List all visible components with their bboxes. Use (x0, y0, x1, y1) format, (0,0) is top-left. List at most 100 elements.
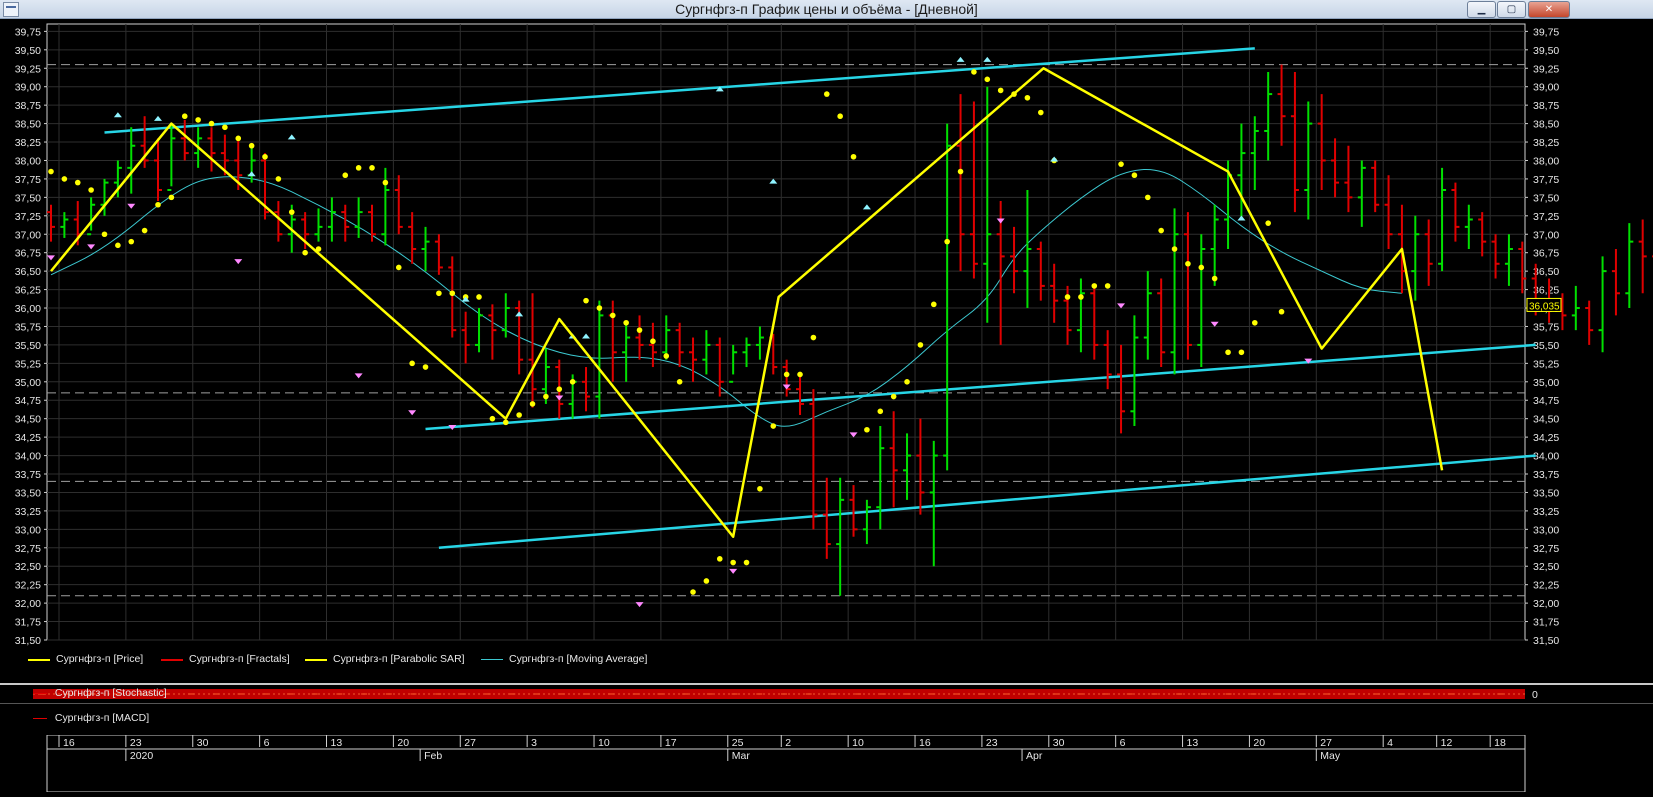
sar-dot (208, 120, 215, 127)
y-tick-label-left: 35,25 (15, 358, 41, 370)
sar-dot (248, 142, 255, 149)
y-tick-label-left: 35,50 (15, 340, 41, 352)
sar-dot (810, 334, 817, 341)
sar-dot (890, 393, 897, 400)
minimize-button[interactable]: ▁ (1467, 1, 1496, 18)
stochastic-chart[interactable]: 0 (0, 685, 1653, 703)
sar-dot (369, 165, 375, 171)
y-tick-label-right: 39,00 (1533, 82, 1559, 94)
x-day-label: 18 (1494, 737, 1506, 749)
sar-dot (355, 165, 362, 171)
sar-dot (128, 238, 135, 245)
y-tick-label-left: 36,75 (15, 248, 41, 260)
sar-dot (74, 179, 81, 186)
sar-dot (783, 371, 790, 378)
y-tick-label-left: 34,25 (15, 432, 41, 444)
ohlc-bar (1571, 285, 1580, 331)
legend-swatch-sar (305, 659, 327, 661)
sar-dot (850, 153, 857, 160)
sar-dot (222, 124, 228, 131)
sar-dot (997, 87, 1004, 94)
macd-legend-label: Сургнфгз-п [MACD] (54, 712, 150, 724)
x-day-label: 16 (919, 737, 931, 749)
close-button[interactable]: ✕ (1528, 1, 1570, 18)
y-tick-label-left: 38,25 (15, 137, 41, 149)
y-tick-label-left: 33,00 (15, 524, 41, 536)
time-axis-panel: 16 23 30 6 13 20 27 3 10 17 25 2 10 16 23 30 6 13 20 27 4 12 1… (0, 734, 1653, 793)
sar-dot (262, 153, 268, 160)
sar-dot (690, 589, 696, 595)
sar-dot (609, 312, 616, 319)
sar-dot (1158, 227, 1164, 234)
sar-dot (569, 378, 576, 385)
y-tick-label-right: 36,25 (1533, 285, 1559, 297)
y-tick-label-left: 38,75 (15, 100, 41, 112)
legend-swatch-ma (481, 659, 503, 660)
x-month-label: Mar (732, 750, 751, 762)
sar-dot (1252, 319, 1258, 326)
y-tick-label-right: 36,75 (1533, 248, 1559, 260)
price-chart-panel[interactable]: 31,50 31,50 31,75 31,75 32,00 32,00 32,25 32,25… (0, 19, 1653, 685)
y-tick-label-left: 38,50 (15, 119, 41, 131)
x-day-label: 20 (1253, 737, 1265, 749)
legend-swatch-price (28, 659, 50, 661)
sar-dot (676, 378, 683, 385)
y-tick-label-right: 34,50 (1533, 414, 1559, 426)
legend-label-price: Сургнфгз-п [Price] (56, 653, 144, 665)
sar-dot (141, 227, 148, 234)
sar-dot (48, 168, 54, 175)
sar-dot (181, 113, 188, 120)
sar-dot (1185, 260, 1191, 267)
sar-dot (663, 353, 670, 359)
y-tick-label-right: 34,75 (1533, 395, 1559, 407)
maximize-button[interactable]: ▢ (1497, 1, 1526, 18)
sar-dot (516, 412, 522, 418)
y-tick-label-left: 39,75 (15, 26, 41, 38)
x-day-label: 13 (1187, 737, 1199, 749)
y-tick-label-left: 39,50 (15, 45, 41, 57)
sar-dot (302, 249, 308, 256)
sar-dot (1024, 94, 1031, 101)
sar-dot (529, 401, 536, 407)
stochastic-axis-label: 0 (1532, 689, 1538, 701)
stochastic-legend-label: Сургнфгз-п [Stochastic] (54, 687, 167, 699)
y-tick-label-left: 37,00 (15, 229, 41, 241)
y-tick-label-left: 33,25 (15, 506, 41, 518)
y-tick-label-right: 38,00 (1533, 155, 1559, 167)
y-tick-label-left: 32,00 (15, 598, 41, 610)
sar-dot (864, 426, 870, 433)
time-axis: 16 23 30 6 13 20 27 3 10 17 25 2 10 16 23 30 6 13 20 27 4 12 1… (46, 734, 1526, 793)
sar-dot (757, 485, 763, 492)
sar-dot (797, 371, 803, 378)
sar-dot (1225, 349, 1231, 356)
x-month-label: May (1320, 750, 1341, 762)
macd-strip[interactable]: Сургнфгз-п [MACD] (0, 705, 1653, 733)
sar-dot (877, 408, 884, 415)
price-chart[interactable]: 31,50 31,50 31,75 31,75 32,00 32,00 32,25 32,25… (0, 19, 1653, 683)
x-day-label: 6 (264, 737, 270, 749)
x-month-label: 2020 (130, 750, 154, 762)
sar-dot (1278, 308, 1285, 315)
sar-dot (1144, 194, 1151, 201)
sar-dot (716, 556, 723, 562)
legend-label-fractals: Сургнфгз-п [Fractals] (189, 653, 290, 665)
x-day-label: 6 (1120, 737, 1126, 749)
sar-dot (1104, 283, 1111, 289)
y-tick-label-left: 37,50 (15, 192, 41, 204)
y-tick-label-right: 35,50 (1533, 340, 1559, 352)
y-tick-label-right: 37,75 (1533, 174, 1559, 186)
x-day-label: 3 (531, 737, 537, 749)
x-month-label: Feb (424, 750, 442, 762)
y-tick-label-right: 32,75 (1533, 543, 1559, 555)
y-tick-label-left: 34,50 (15, 414, 41, 426)
y-tick-label-right: 37,25 (1533, 211, 1559, 223)
sar-dot (168, 194, 175, 201)
y-tick-label-left: 33,75 (15, 469, 41, 481)
y-tick-label-right: 31,75 (1533, 617, 1559, 629)
sar-dot (342, 172, 349, 179)
ohlc-bar (1638, 219, 1647, 294)
stochastic-strip[interactable]: 0 Сургнфгз-п [Stochastic] (0, 685, 1653, 704)
y-tick-label-left: 37,75 (15, 174, 41, 186)
x-day-label: 17 (665, 737, 677, 749)
sar-dot (1091, 283, 1098, 289)
